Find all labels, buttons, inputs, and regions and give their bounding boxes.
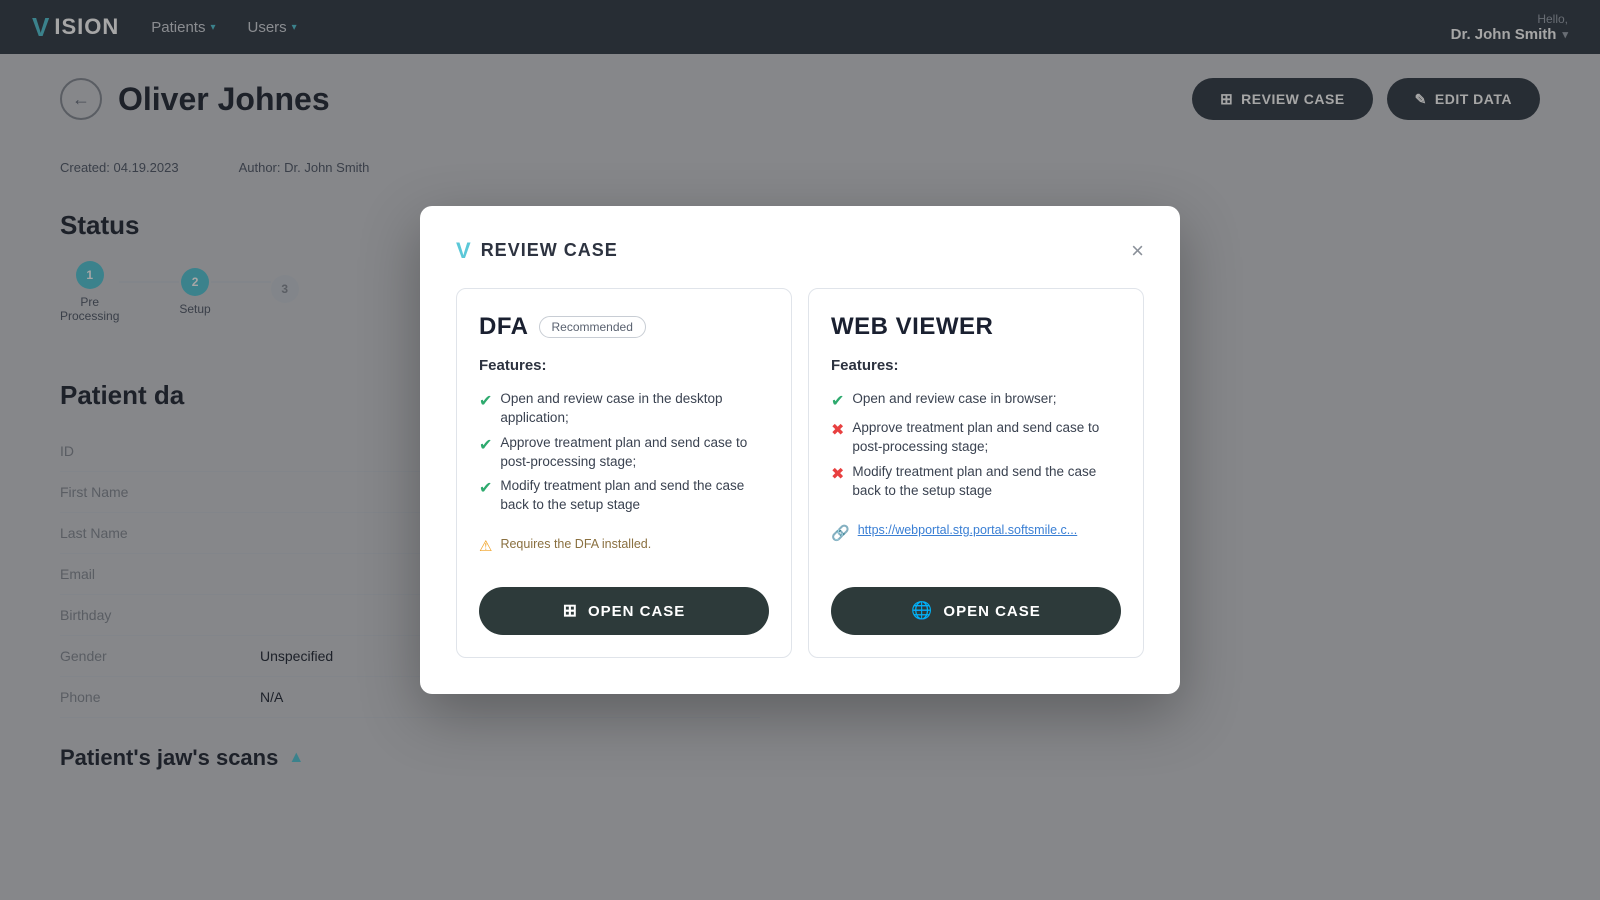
link-icon: 🔗 [831, 524, 850, 542]
modal-overlay: V REVIEW CASE × DFA Recommended Features… [0, 0, 1600, 900]
web-viewer-feature-1: ✔ Open and review case in browser; [831, 390, 1121, 413]
modal-title: REVIEW CASE [481, 240, 618, 261]
modal-title-area: V REVIEW CASE [456, 238, 618, 264]
web-viewer-feature-3-text: Modify treatment plan and send the case … [852, 463, 1121, 501]
check-icon: ✔ [479, 435, 492, 457]
web-viewer-title: WEB VIEWER [831, 313, 993, 341]
web-viewer-features-list: ✔ Open and review case in browser; ✖ App… [831, 390, 1121, 507]
dfa-open-case-label: OPEN CASE [588, 603, 685, 620]
dfa-warning-row: ⚠ Requires the DFA installed. [479, 537, 769, 555]
dfa-feature-3-text: Modify treatment plan and send the case … [500, 477, 769, 515]
cards-row: DFA Recommended Features: ✔ Open and rev… [456, 288, 1144, 658]
dfa-btn-icon: ⊞ [563, 601, 578, 621]
dfa-feature-3: ✔ Modify treatment plan and send the cas… [479, 477, 769, 515]
dfa-title-row: DFA Recommended [479, 313, 769, 341]
web-viewer-features-label: Features: [831, 357, 1121, 374]
globe-icon: 🌐 [911, 601, 933, 621]
check-icon: ✔ [831, 391, 844, 413]
check-icon: ✔ [479, 391, 492, 413]
cross-icon: ✖ [831, 420, 844, 442]
dfa-feature-1: ✔ Open and review case in the desktop ap… [479, 390, 769, 428]
review-case-modal: V REVIEW CASE × DFA Recommended Features… [420, 206, 1180, 694]
modal-close-button[interactable]: × [1131, 240, 1144, 262]
dfa-warning-text: Requires the DFA installed. [500, 537, 651, 551]
web-viewer-feature-2-text: Approve treatment plan and send case to … [852, 419, 1121, 457]
dfa-feature-1-text: Open and review case in the desktop appl… [500, 390, 769, 428]
modal-logo-icon: V [456, 238, 471, 264]
cross-icon: ✖ [831, 464, 844, 486]
web-viewer-card: WEB VIEWER Features: ✔ Open and review c… [808, 288, 1144, 658]
check-icon: ✔ [479, 478, 492, 500]
web-viewer-link-row: 🔗 https://webportal.stg.portal.softsmile… [831, 523, 1121, 542]
dfa-title: DFA [479, 313, 529, 341]
dfa-features-label: Features: [479, 357, 769, 374]
dfa-features-list: ✔ Open and review case in the desktop ap… [479, 390, 769, 521]
web-viewer-feature-3: ✖ Modify treatment plan and send the cas… [831, 463, 1121, 501]
dfa-feature-2-text: Approve treatment plan and send case to … [500, 434, 769, 472]
web-viewer-open-case-label: OPEN CASE [943, 603, 1040, 620]
modal-header: V REVIEW CASE × [456, 238, 1144, 264]
web-viewer-feature-2: ✖ Approve treatment plan and send case t… [831, 419, 1121, 457]
web-viewer-link[interactable]: https://webportal.stg.portal.softsmile.c… [858, 523, 1078, 537]
dfa-feature-2: ✔ Approve treatment plan and send case t… [479, 434, 769, 472]
recommended-badge: Recommended [539, 316, 646, 338]
warning-icon: ⚠ [479, 537, 492, 555]
dfa-open-case-button[interactable]: ⊞ OPEN CASE [479, 587, 769, 635]
web-viewer-title-row: WEB VIEWER [831, 313, 1121, 341]
web-viewer-open-case-button[interactable]: 🌐 OPEN CASE [831, 587, 1121, 635]
web-viewer-feature-1-text: Open and review case in browser; [852, 390, 1056, 409]
dfa-card: DFA Recommended Features: ✔ Open and rev… [456, 288, 792, 658]
